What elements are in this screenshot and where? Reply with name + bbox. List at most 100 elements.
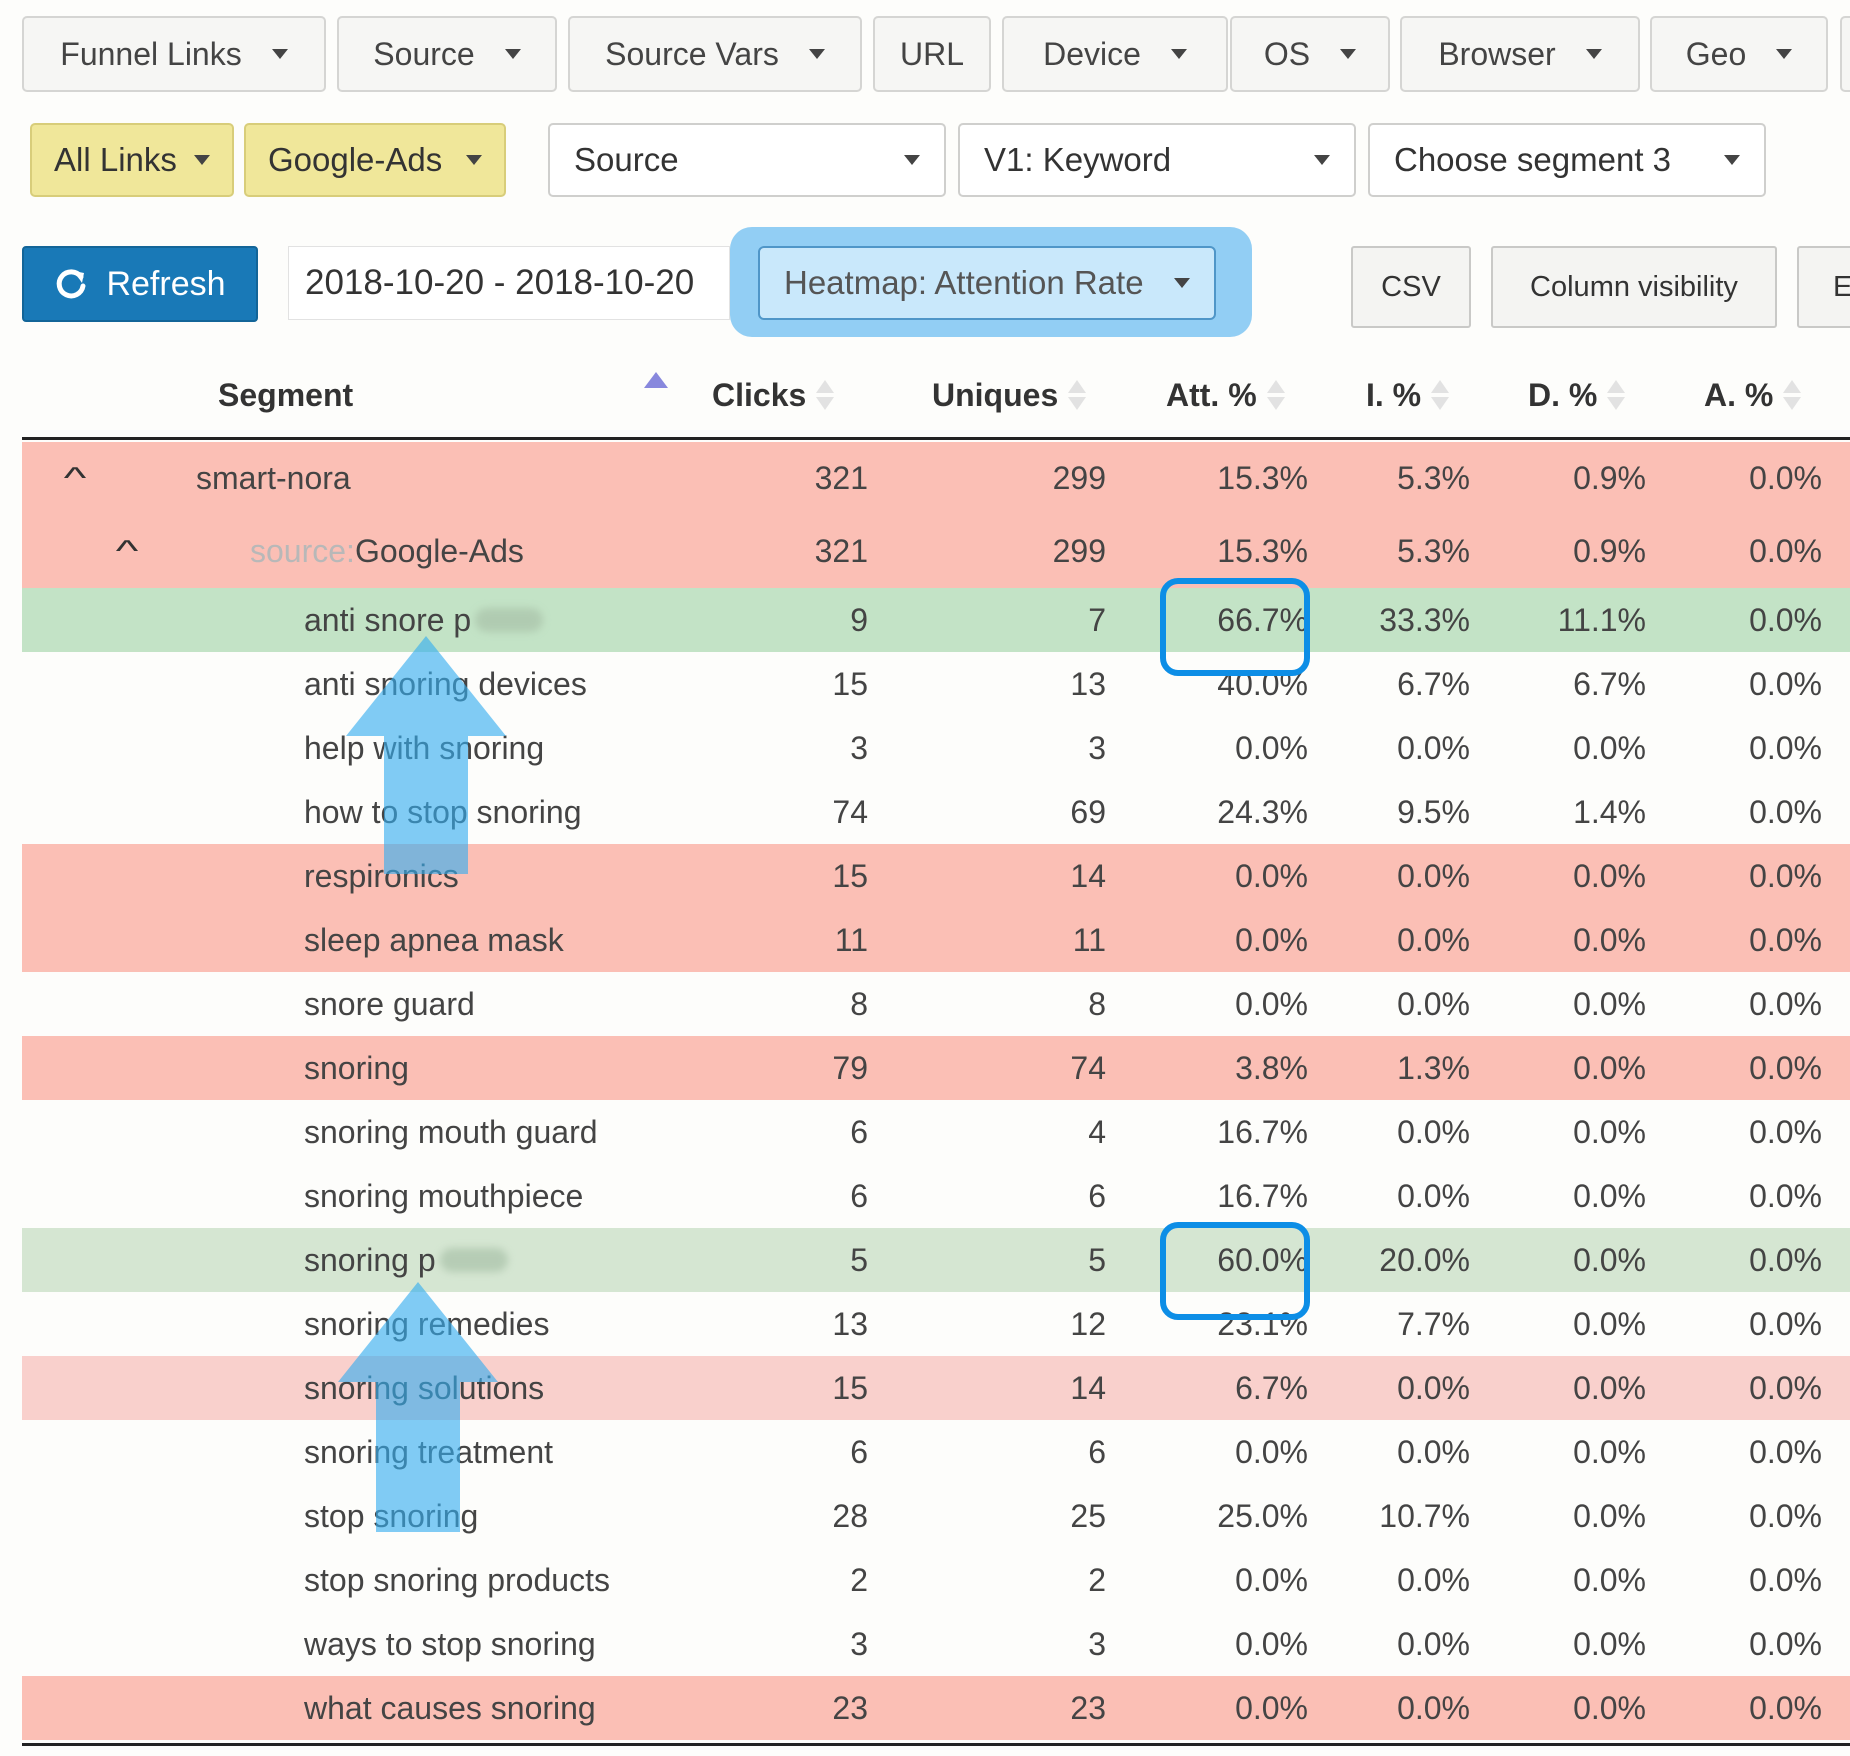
column-header-segment[interactable]: Segment: [218, 352, 638, 438]
segment-label: snoring p: [304, 1241, 436, 1278]
table-row[interactable]: snoring p 5 5 60.0% 20.0% 0.0% 0.0%: [22, 1228, 1850, 1292]
d-cell: 0.0%: [1573, 1433, 1646, 1470]
d-cell: 0.0%: [1573, 921, 1646, 958]
column-header-a[interactable]: A. %: [1704, 352, 1802, 438]
uniques-cell: 11: [1072, 921, 1106, 958]
uniques-cell: 6: [1088, 1177, 1106, 1214]
table-row[interactable]: respironics 15 14 0.0% 0.0% 0.0% 0.0%: [22, 844, 1850, 908]
select-value: All Links: [54, 141, 177, 178]
clicks-cell: 8: [850, 985, 868, 1022]
clicks-cell: 28: [832, 1497, 868, 1534]
tab-url[interactable]: URL: [873, 16, 991, 92]
clicks-cell: 15: [832, 1369, 868, 1406]
table-row[interactable]: anti snore p 9 7 66.7% 33.3% 11.1% 0.0%: [22, 588, 1850, 652]
clicks-cell: 321: [814, 533, 868, 569]
column-header-label: I. %: [1366, 376, 1422, 413]
table-row[interactable]: snoring solutions 15 14 6.7% 0.0% 0.0% 0.0%: [22, 1356, 1850, 1420]
tab-source[interactable]: Source: [337, 16, 557, 92]
table-row[interactable]: snoring 79 74 3.8% 1.3% 0.0% 0.0%: [22, 1036, 1850, 1100]
tab-device[interactable]: Device: [1002, 16, 1228, 92]
csv-button[interactable]: CSV: [1351, 246, 1471, 328]
att-cell: 15.3%: [1217, 460, 1308, 496]
export-button[interactable]: E: [1797, 246, 1850, 328]
segment-cell: respironics: [304, 844, 459, 908]
segment-cell: help with snoring: [304, 716, 544, 780]
segment-cell: snoring mouthpiece: [304, 1164, 583, 1228]
segment-2-select[interactable]: V1: Keyword: [958, 123, 1356, 197]
caret-down-icon: [1776, 49, 1793, 59]
column-header-clicks[interactable]: Clicks: [712, 352, 835, 438]
refresh-button[interactable]: Refresh: [22, 246, 258, 322]
a-cell: 0.0%: [1749, 1177, 1822, 1214]
uniques-cell: 25: [1070, 1497, 1106, 1534]
d-cell: 0.0%: [1573, 1241, 1646, 1278]
column-header-label: D. %: [1528, 376, 1598, 413]
table-bottom-border: [22, 1743, 1850, 1746]
tab-label: Geo: [1685, 35, 1747, 72]
caret-down-icon: [1340, 49, 1357, 59]
clicks-cell: 6: [850, 1113, 868, 1150]
tab-os[interactable]: OS: [1230, 16, 1390, 92]
column-header-uniques[interactable]: Uniques: [932, 352, 1087, 438]
clicks-cell: 23: [832, 1689, 868, 1726]
tab-overflow-edge[interactable]: [1840, 16, 1850, 92]
segment-label: stop snoring: [304, 1497, 479, 1534]
clicks-cell: 321: [814, 460, 868, 496]
table-row[interactable]: snore guard 8 8 0.0% 0.0% 0.0% 0.0%: [22, 972, 1850, 1036]
table-row[interactable]: help with snoring 3 3 0.0% 0.0% 0.0% 0.0%: [22, 716, 1850, 780]
table-row[interactable]: ways to stop snoring 3 3 0.0% 0.0% 0.0% 0.0%: [22, 1612, 1850, 1676]
tab-source-vars[interactable]: Source Vars: [568, 16, 862, 92]
table-row[interactable]: snoring treatment 6 6 0.0% 0.0% 0.0% 0.0%: [22, 1420, 1850, 1484]
table-row[interactable]: snoring mouth guard 6 4 16.7% 0.0% 0.0% 0.0%: [22, 1100, 1850, 1164]
segment-cell: anti snoring devices: [304, 652, 587, 716]
column-header-i[interactable]: I. %: [1366, 352, 1450, 438]
table-row[interactable]: stop snoring products 2 2 0.0% 0.0% 0.0% 0.0%: [22, 1548, 1850, 1612]
source-filter-select[interactable]: Google-Ads: [244, 123, 506, 197]
caret-down-icon: [1314, 155, 1330, 165]
column-visibility-button[interactable]: Column visibility: [1491, 246, 1777, 328]
table-row[interactable]: ^ smart-nora 321 299 15.3% 5.3% 0.9% 0.0%: [22, 442, 1850, 515]
table-row[interactable]: sleep apnea mask 11 11 0.0% 0.0% 0.0% 0.0%: [22, 908, 1850, 972]
clicks-cell: 6: [850, 1177, 868, 1214]
tab-funnel-links[interactable]: Funnel Links: [22, 16, 326, 92]
table-row[interactable]: snoring remedies 13 12 23.1% 7.7% 0.0% 0.0%: [22, 1292, 1850, 1356]
sort-icon: [1068, 380, 1087, 410]
table-row[interactable]: how to stop snoring 74 69 24.3% 9.5% 1.4% 0.0%: [22, 780, 1850, 844]
table-row[interactable]: ^ source: Google-Ads 321 299 15.3% 5.3% 0.9% 0.…: [22, 515, 1850, 588]
caret-down-icon: [504, 49, 521, 59]
d-cell: 0.0%: [1573, 1497, 1646, 1534]
i-cell: 20.0%: [1379, 1241, 1470, 1278]
table-row[interactable]: what causes snoring 23 23 0.0% 0.0% 0.0% 0.0%: [22, 1676, 1850, 1740]
table-row[interactable]: stop snoring 28 25 25.0% 10.7% 0.0% 0.0%: [22, 1484, 1850, 1548]
uniques-cell: 74: [1070, 1049, 1106, 1086]
column-header-d[interactable]: D. %: [1528, 352, 1626, 438]
att-cell: 0.0%: [1235, 857, 1308, 894]
d-cell: 0.0%: [1573, 1305, 1646, 1342]
column-header-att[interactable]: Att. %: [1166, 352, 1285, 438]
a-cell: 0.0%: [1749, 1625, 1822, 1662]
clicks-cell: 74: [832, 793, 868, 830]
segment-cell: snoring solutions: [304, 1356, 544, 1420]
links-filter-select[interactable]: All Links: [30, 123, 234, 197]
select-value: Choose segment 3: [1394, 141, 1672, 178]
segment-label: snoring mouthpiece: [304, 1177, 584, 1214]
segment-1-select[interactable]: Source: [548, 123, 946, 197]
column-header-label: Att. %: [1166, 376, 1257, 413]
segment-3-select[interactable]: Choose segment 3: [1368, 123, 1766, 197]
table-row[interactable]: anti snoring devices 15 13 40.0% 6.7% 6.7% 0.0…: [22, 652, 1850, 716]
heatmap-select[interactable]: Heatmap: Attention Rate: [758, 246, 1216, 320]
uniques-cell: 5: [1088, 1241, 1106, 1278]
i-cell: 33.3%: [1379, 601, 1470, 638]
collapse-chevron-icon[interactable]: ^: [64, 442, 87, 515]
tab-browser[interactable]: Browser: [1400, 16, 1640, 92]
tab-label: Browser: [1438, 35, 1556, 72]
collapse-chevron-icon[interactable]: ^: [116, 515, 139, 588]
table-row[interactable]: snoring mouthpiece 6 6 16.7% 0.0% 0.0% 0.0%: [22, 1164, 1850, 1228]
segment-cell: anti snore p: [304, 588, 544, 652]
tab-geo[interactable]: Geo: [1650, 16, 1828, 92]
a-cell: 0.0%: [1749, 1049, 1822, 1086]
i-cell: 0.0%: [1397, 1433, 1470, 1470]
att-cell: 25.0%: [1217, 1497, 1308, 1534]
sort-ascending-icon[interactable]: [644, 372, 668, 388]
date-range-input[interactable]: 2018-10-20 - 2018-10-20: [288, 246, 730, 320]
